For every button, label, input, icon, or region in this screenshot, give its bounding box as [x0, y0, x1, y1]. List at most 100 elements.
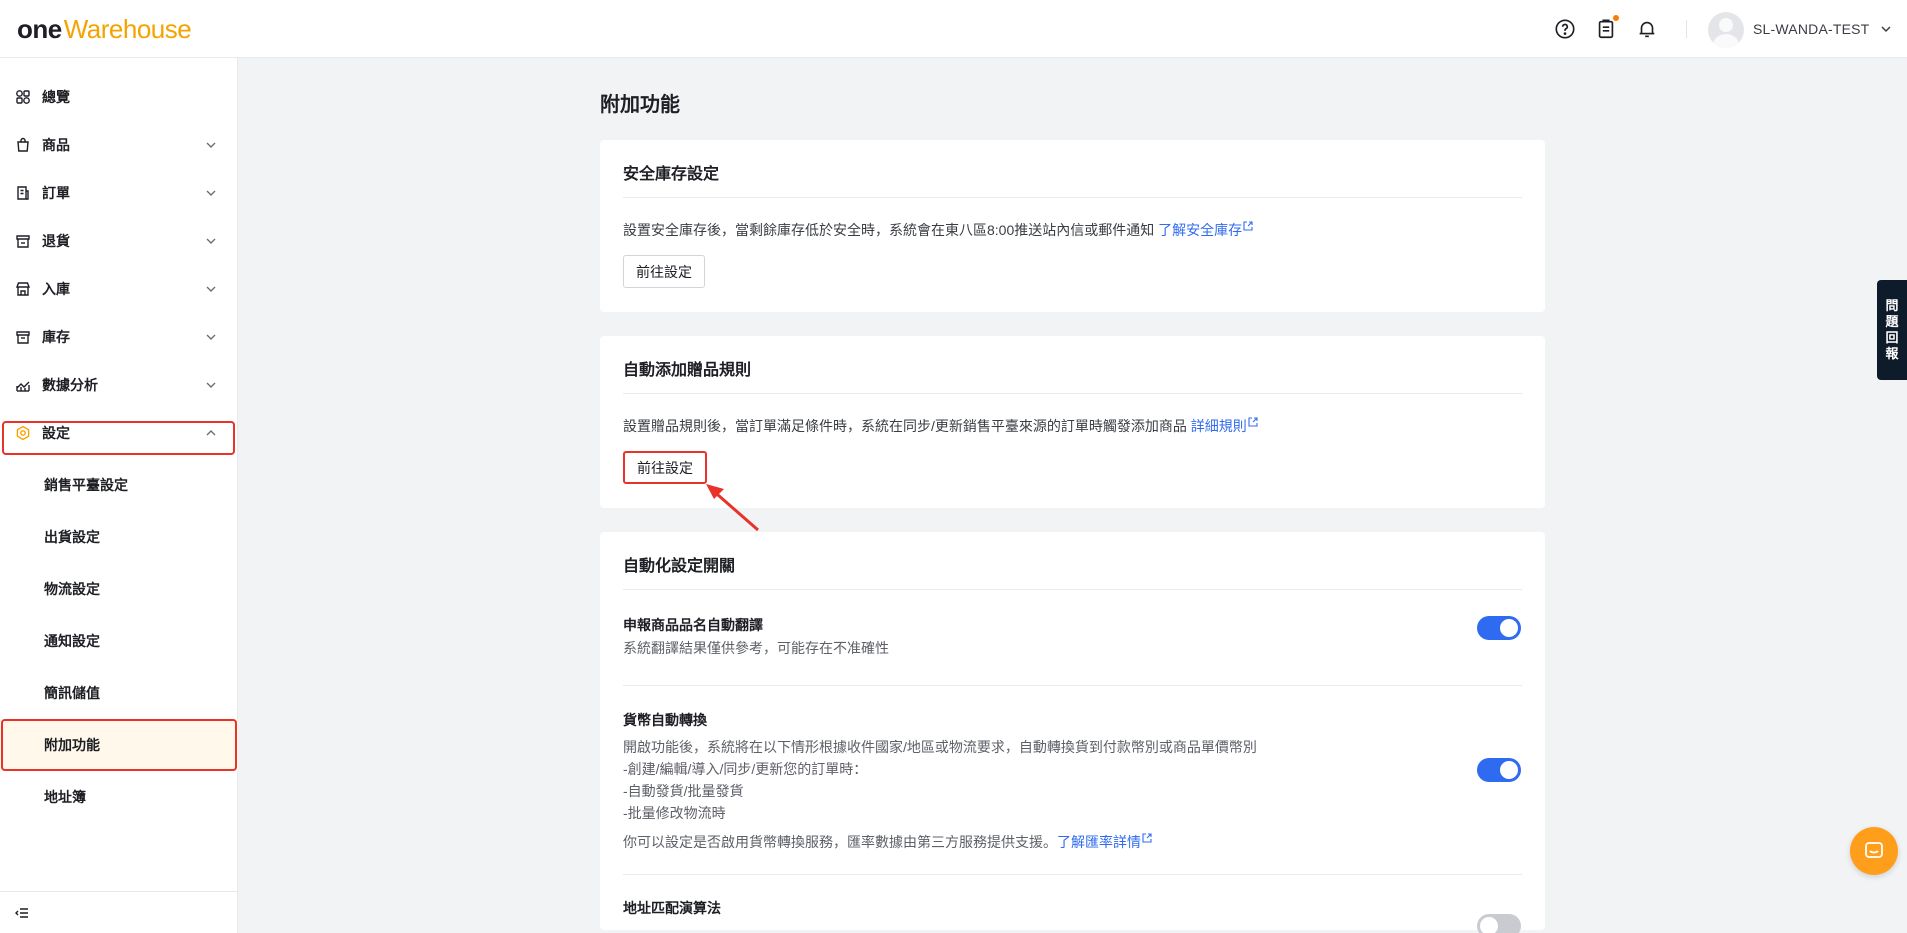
currency-line5-text: 你可以設定是否啟用貨幣轉換服務，匯率數據由第三方服務提供支援。 [623, 834, 1057, 850]
currency-line5: 你可以設定是否啟用貨幣轉換服務，匯率數據由第三方服務提供支援。了解匯率詳情 [623, 831, 1152, 853]
sidebar-subitem-label: 附加功能 [44, 737, 100, 753]
currency-line4: -批量修改物流時 [623, 805, 726, 821]
inventory-icon [15, 329, 31, 345]
sidebar-subitem-addons[interactable]: 附加功能 [0, 719, 238, 771]
analytics-icon [15, 377, 31, 393]
chevron-down-icon [206, 382, 216, 388]
sidebar-item-label: 數據分析 [42, 377, 98, 393]
link-label: 了解匯率詳情 [1057, 834, 1141, 850]
sidebar-subitem-logistics[interactable]: 物流設定 [0, 563, 238, 615]
sidebar-item-label: 庫存 [42, 329, 70, 345]
app-logo[interactable]: oneWarehouse [17, 14, 192, 44]
currency-line3: -自動發貨/批量發貨 [623, 783, 744, 799]
bell-icon[interactable] [1635, 17, 1659, 41]
translate-desc: 系統翻譯結果僅供參考，可能存在不准確性 [623, 640, 889, 656]
chevron-up-icon [206, 430, 216, 436]
sidebar-item-product[interactable]: 商品 [0, 121, 238, 169]
sidebar-subitem-label: 通知設定 [44, 633, 100, 649]
inbound-icon [15, 281, 31, 297]
gift-rule-details-link[interactable]: 詳細規則 [1190, 417, 1258, 434]
sidebar-footer [0, 891, 238, 933]
sidebar-subitem-notifications[interactable]: 通知設定 [0, 615, 238, 667]
sidebar-item-order[interactable]: 訂單 [0, 169, 238, 217]
automation-card: 自動化設定開關 申報商品品名自動翻譯 系統翻譯結果僅供參考，可能存在不准確性 貨… [600, 532, 1545, 933]
sidebar-item-label: 設定 [42, 425, 70, 441]
help-icon[interactable] [1553, 17, 1577, 41]
sidebar-item-settings[interactable]: 設定 [0, 409, 238, 457]
logo-one: one [17, 14, 62, 44]
currency-line1: 開啟功能後，系統將在以下情形根據收件國家/地區或物流要求，自動轉換貨到付款幣別或… [623, 739, 1257, 755]
link-label: 詳細規則 [1190, 418, 1247, 434]
sidebar-item-label: 總覽 [42, 89, 70, 105]
sidebar-item-inventory[interactable]: 庫存 [0, 313, 238, 361]
learn-safety-stock-link[interactable]: 了解安全庫存 [1158, 221, 1253, 238]
sidebar-subitem-label: 地址簿 [44, 789, 86, 805]
sidebar-subitem-label: 銷售平臺設定 [44, 477, 128, 493]
header-divider [1686, 20, 1687, 38]
sidebar-item-label: 退貨 [42, 233, 70, 249]
sidebar-item-label: 入庫 [42, 281, 70, 297]
card-description: 設置安全庫存後，當剩餘庫存低於安全時，系統會在東八區8:00推送站內信或郵件通知… [623, 220, 1253, 240]
page-title: 附加功能 [600, 94, 680, 116]
sidebar-subitem-label: 出貨設定 [44, 529, 100, 545]
card-divider [623, 197, 1522, 198]
username[interactable]: SL-WANDA-TEST [1753, 21, 1869, 37]
external-link-icon [1243, 221, 1253, 231]
chevron-down-icon [206, 142, 216, 148]
notification-dot [1613, 15, 1619, 21]
sidebar-subitem-sales-platform[interactable]: 銷售平臺設定 [0, 459, 238, 511]
clipboard-icon[interactable] [1594, 15, 1619, 41]
return-icon [15, 233, 31, 249]
card-description: 設置贈品規則後，當訂單滿足條件時，系統在同步/更新銷售平臺來源的訂單時觸發添加商… [623, 416, 1258, 436]
safety-stock-card: 安全庫存設定 設置安全庫存後，當剩餘庫存低於安全時，系統會在東八區8:00推送站… [600, 140, 1545, 312]
gift-rule-goto-button[interactable]: 前往設定 [623, 451, 707, 484]
product-icon [15, 137, 31, 153]
sidebar-subitem-address-book[interactable]: 地址簿 [0, 771, 238, 823]
feedback-char: 問 [1885, 298, 1899, 313]
order-icon [15, 185, 31, 201]
sidebar-subitem-label: 簡訊儲值 [44, 685, 100, 701]
annotation-arrow-icon [706, 484, 759, 532]
chevron-down-icon [206, 334, 216, 340]
sidebar-subitem-shipping[interactable]: 出貨設定 [0, 511, 238, 563]
chat-button[interactable] [1850, 827, 1898, 875]
avatar[interactable] [1708, 12, 1744, 48]
gift-rule-desc: 設置贈品規則後，當訂單滿足條件時，系統在同步/更新銷售平臺來源的訂單時觸發添加商… [623, 418, 1187, 434]
sidebar-item-overview[interactable]: 總覽 [0, 73, 238, 121]
safety-stock-goto-button[interactable]: 前往設定 [623, 255, 705, 288]
address-match-toggle[interactable] [1477, 914, 1521, 933]
currency-title: 貨幣自動轉換 [623, 712, 707, 728]
chevron-down-icon [206, 238, 216, 244]
external-link-icon [1248, 417, 1258, 427]
address-match-title: 地址匹配演算法 [623, 900, 721, 916]
card-divider [623, 393, 1522, 394]
logo-warehouse: Warehouse [63, 14, 192, 44]
sidebar-subitem-sms[interactable]: 簡訊儲值 [0, 667, 238, 719]
card-title: 自動化設定開關 [623, 558, 736, 575]
exchange-rate-details-link[interactable]: 了解匯率詳情 [1057, 833, 1152, 850]
currency-toggle[interactable] [1477, 758, 1521, 782]
card-divider [623, 874, 1522, 875]
link-label: 了解安全庫存 [1158, 222, 1243, 238]
card-title: 自動添加贈品規則 [623, 362, 752, 379]
translate-toggle[interactable] [1477, 616, 1521, 640]
safety-stock-desc: 設置安全庫存後，當剩餘庫存低於安全時，系統會在東八區8:00推送站內信或郵件通知 [623, 222, 1155, 238]
chat-icon [1865, 842, 1883, 858]
sidebar-item-return[interactable]: 退貨 [0, 217, 238, 265]
chevron-down-icon[interactable] [1879, 22, 1893, 36]
sidebar-item-inbound[interactable]: 入庫 [0, 265, 238, 313]
sidebar-item-label: 訂單 [42, 185, 70, 201]
settings-icon [15, 425, 31, 441]
translate-title: 申報商品品名自動翻譯 [623, 617, 763, 633]
card-divider [623, 685, 1522, 686]
card-divider [623, 589, 1522, 590]
overview-icon [15, 89, 31, 105]
card-title: 安全庫存設定 [623, 166, 720, 183]
sidebar-subitem-label: 物流設定 [44, 581, 100, 597]
currency-line2: -創建/編輯/導入/同步/更新您的訂單時： [623, 761, 868, 777]
feedback-char: 報 [1885, 346, 1899, 361]
sidebar-item-analytics[interactable]: 數據分析 [0, 361, 238, 409]
sidebar: 總覽 商品 訂單 退貨 入庫 庫存 數據分析 設定 銷售平臺設定 出貨設定 物流… [0, 58, 238, 933]
feedback-tab[interactable]: 問 題 回 報 [1877, 280, 1907, 380]
collapse-menu-icon[interactable] [14, 905, 30, 921]
